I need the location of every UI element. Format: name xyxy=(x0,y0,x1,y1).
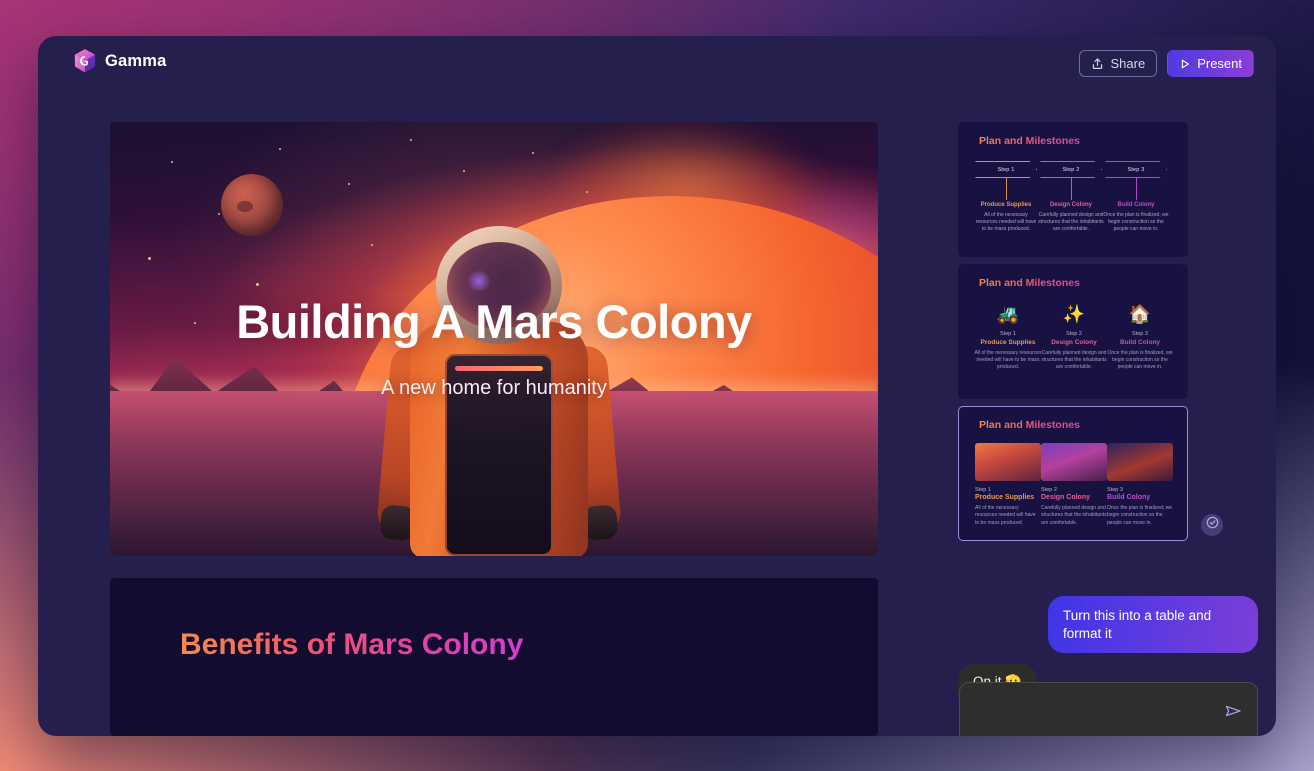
house-moon-icon: 🏠 xyxy=(1128,304,1152,324)
play-triangle-icon xyxy=(1179,58,1191,70)
supply-depot-image xyxy=(975,443,1041,481)
paper-plane-send-icon[interactable] xyxy=(1223,701,1243,721)
thumbnail-title: Plan and Milestones xyxy=(979,135,1080,147)
hero-subtitle: A new home for humanity xyxy=(381,377,607,399)
slide-hero[interactable]: Building A Mars Colony A new home for hu… xyxy=(110,122,878,556)
slide-benefits[interactable]: Benefits of Mars Colony xyxy=(110,578,878,736)
benefits-title: Benefits of Mars Colony xyxy=(180,628,524,661)
chevron-step-1: Step 1 xyxy=(975,161,1037,178)
chevron-step-2: Step 2 xyxy=(1040,161,1102,178)
forklift-icon: 🚜 xyxy=(996,304,1020,324)
image-column-2: Step 2 Design Colony Carefully planned d… xyxy=(1041,443,1107,527)
deck-canvas[interactable]: Building A Mars Colony A new home for hu… xyxy=(110,122,878,736)
share-upload-icon xyxy=(1091,57,1104,70)
right-panel: Plan and Milestones Step 1 Step 2 Step 3… xyxy=(958,122,1258,736)
brand: Gamma xyxy=(74,49,167,73)
share-label: Share xyxy=(1110,56,1146,71)
slide-thumbnail-3[interactable]: Plan and Milestones Step 1 Produce Suppl… xyxy=(958,406,1188,541)
icon-column-3: 🏠 Step 3 Build Colony Once the plan is f… xyxy=(1105,305,1175,371)
step-3-name: Build Colony xyxy=(1117,202,1155,208)
image-column-1: Step 1 Produce Supplies All of the neces… xyxy=(975,443,1041,527)
brand-name: Gamma xyxy=(105,51,167,70)
thumbnail-title: Plan and Milestones xyxy=(979,277,1080,289)
top-bar: Gamma Share Present xyxy=(38,36,1276,92)
icon-column-1: 🚜 Step 1 Produce Supplies All of the nec… xyxy=(974,304,1042,371)
image-column-3: Step 3 Build Colony Once the plan is fin… xyxy=(1107,443,1173,527)
gamma-app-window: Gamma Share Present Building A Mars Colo… xyxy=(38,36,1276,736)
present-label: Present xyxy=(1197,56,1242,71)
topbar-actions: Share Present xyxy=(1079,50,1254,77)
step-2-desc: Carefully planned design and structures … xyxy=(1038,212,1104,233)
gamma-cube-logo-icon xyxy=(74,49,96,73)
construction-site-image xyxy=(1107,443,1173,481)
step-1-name: Produce Supplies xyxy=(980,202,1032,208)
slide-thumbnail-1[interactable]: Plan and Milestones Step 1 Step 2 Step 3… xyxy=(958,122,1188,257)
share-button[interactable]: Share xyxy=(1079,50,1158,77)
magic-wand-icon: ✨ xyxy=(1062,304,1086,324)
selection-check-badge[interactable] xyxy=(1201,514,1223,536)
present-button[interactable]: Present xyxy=(1167,50,1254,77)
chevron-steps-row: Step 1 Step 2 Step 3 xyxy=(975,161,1167,178)
thumbnail-title: Plan and Milestones xyxy=(979,419,1080,431)
hero-text-block: Building A Mars Colony A new home for hu… xyxy=(110,294,878,400)
chat-composer[interactable] xyxy=(959,682,1258,736)
step-3-desc: Once the plan is finalized, we begin con… xyxy=(1103,212,1169,233)
slide-thumbnail-2[interactable]: Plan and Milestones 🚜 Step 1 Produce Sup… xyxy=(958,264,1188,399)
check-circle-icon xyxy=(1206,516,1219,534)
step-2-name: Design Colony xyxy=(1049,202,1092,208)
chat-message-user: Turn this into a table and format it xyxy=(1048,596,1258,654)
chevron-step-3: Step 3 xyxy=(1105,161,1167,178)
step-1-desc: All of the necessary resources needed wi… xyxy=(975,212,1037,233)
hero-title: Building A Mars Colony xyxy=(236,295,752,348)
colony-dome-image xyxy=(1041,443,1107,481)
icon-column-2: ✨ Step 2 Design Colony Carefully planned… xyxy=(1039,305,1109,371)
